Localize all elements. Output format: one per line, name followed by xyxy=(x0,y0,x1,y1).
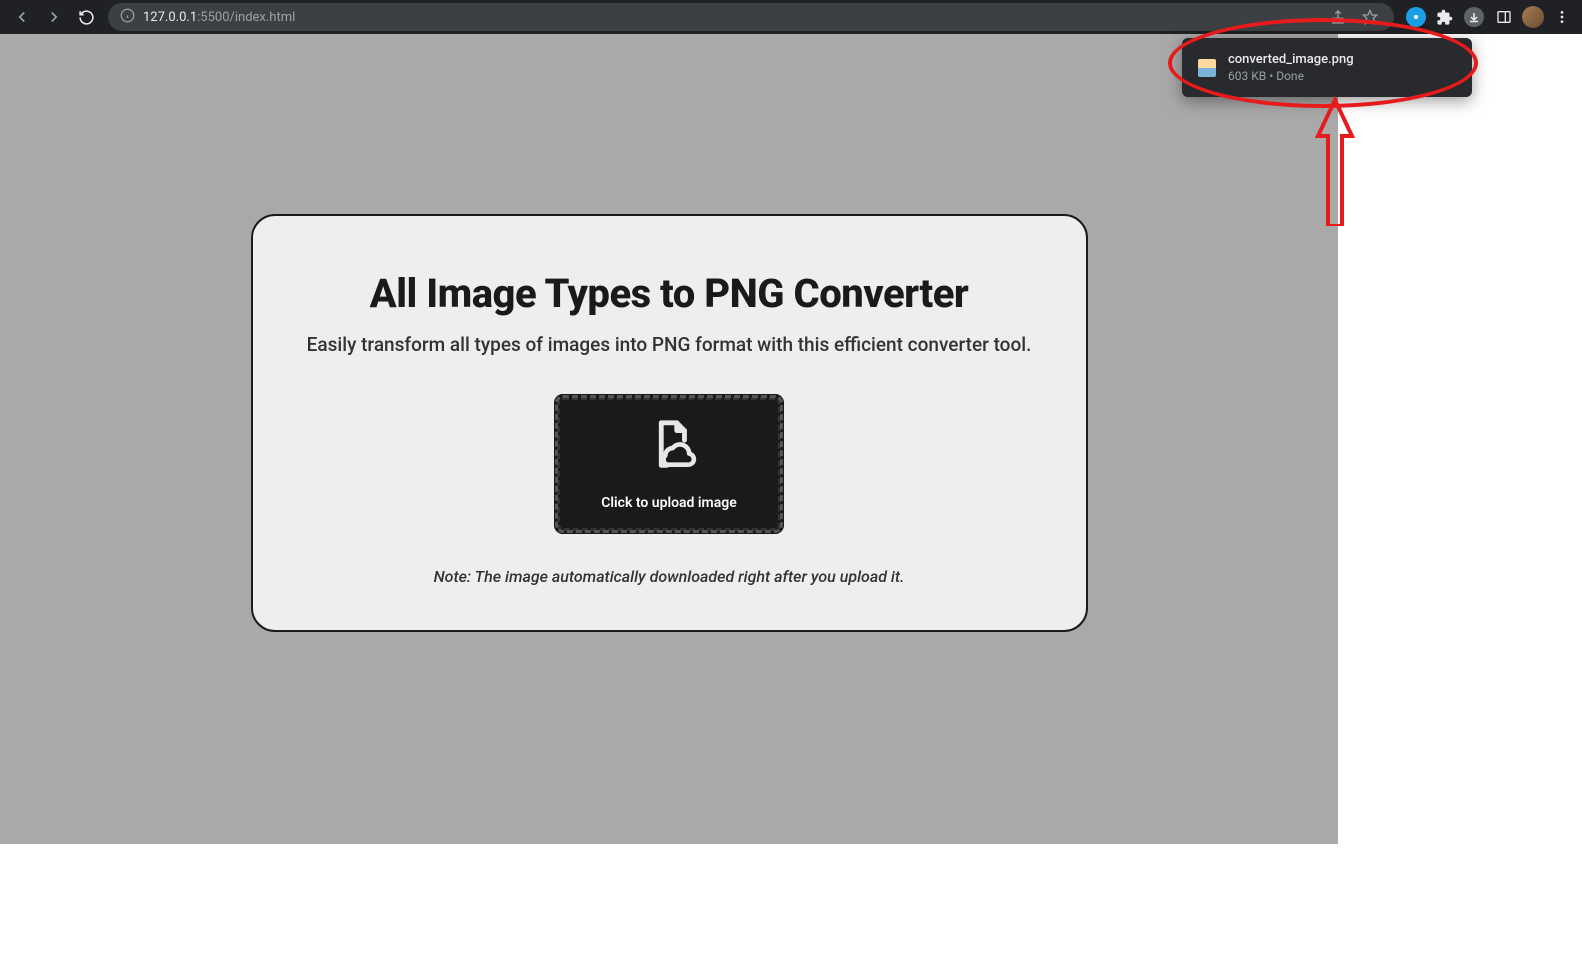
converter-card: All Image Types to PNG Converter Easily … xyxy=(251,214,1088,632)
upload-label: Click to upload image xyxy=(601,495,736,511)
file-cloud-icon xyxy=(638,417,700,479)
profile-avatar[interactable] xyxy=(1522,6,1544,28)
reload-button[interactable] xyxy=(72,3,100,31)
download-file-name: converted_image.png xyxy=(1228,52,1456,67)
site-info-icon[interactable] xyxy=(120,8,135,27)
file-thumbnail-icon xyxy=(1198,59,1216,77)
download-popup[interactable]: converted_image.png 603 KB • Done xyxy=(1182,38,1472,97)
page-content: All Image Types to PNG Converter Easily … xyxy=(0,34,1338,844)
back-button[interactable] xyxy=(8,3,36,31)
page-title: All Image Types to PNG Converter xyxy=(301,270,1038,317)
upload-dropzone[interactable]: Click to upload image xyxy=(557,397,781,531)
share-icon[interactable] xyxy=(1326,5,1350,29)
right-blank-area xyxy=(1338,34,1582,965)
note-text: Note: The image automatically downloaded… xyxy=(301,567,1038,586)
extension-icon[interactable] xyxy=(1406,7,1426,27)
side-panel-icon[interactable] xyxy=(1492,5,1516,29)
extensions-puzzle-icon[interactable] xyxy=(1432,5,1456,29)
forward-button[interactable] xyxy=(40,3,68,31)
download-file-meta: 603 KB • Done xyxy=(1228,69,1456,83)
page-subtitle: Easily transform all types of images int… xyxy=(301,331,1038,359)
bookmark-star-icon[interactable] xyxy=(1358,5,1382,29)
chrome-menu-icon[interactable] xyxy=(1550,5,1574,29)
download-file-info: converted_image.png 603 KB • Done xyxy=(1228,52,1456,83)
browser-toolbar: 127.0.0.1:5500/index.html xyxy=(0,0,1582,34)
downloads-icon[interactable] xyxy=(1462,5,1486,29)
url-text: 127.0.0.1:5500/index.html xyxy=(143,10,1318,25)
address-bar[interactable]: 127.0.0.1:5500/index.html xyxy=(108,3,1394,31)
toolbar-right-icons xyxy=(1402,5,1574,29)
